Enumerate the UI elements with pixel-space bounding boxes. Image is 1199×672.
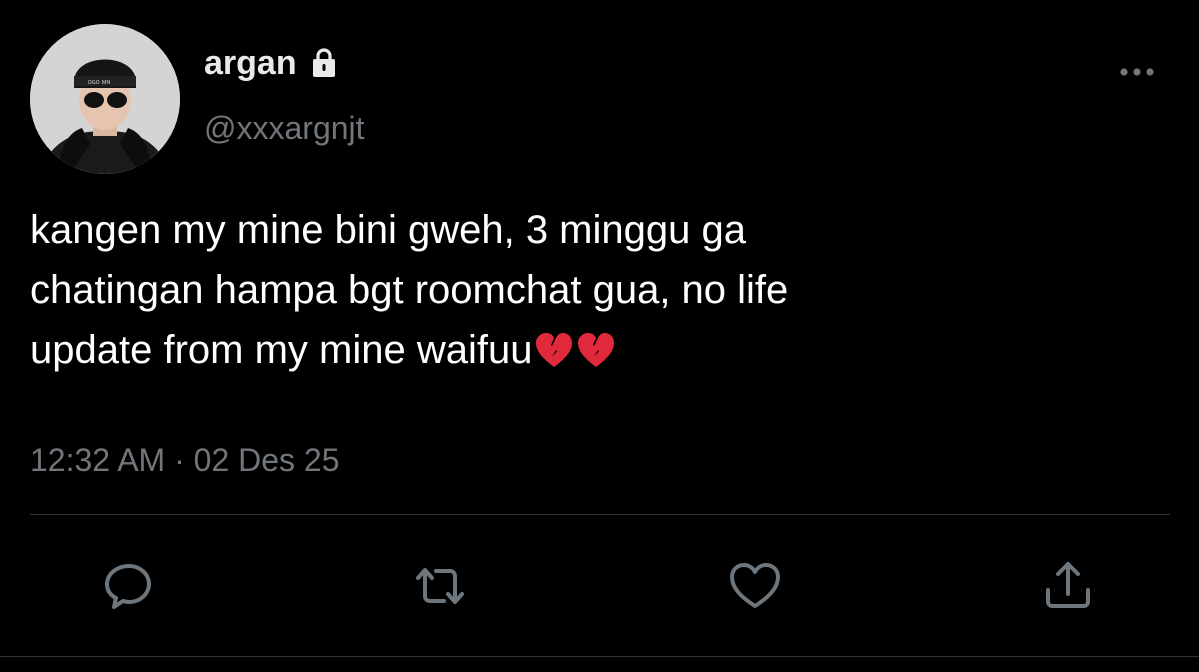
avatar[interactable]: ᴅɢᴏ ᴍɴ (30, 24, 180, 174)
tweet-text-body: kangen my mine bini gweh, 3 minggu ga ch… (30, 208, 789, 372)
more-icon (1120, 68, 1154, 76)
like-button[interactable] (727, 558, 783, 614)
broken-heart-icon (534, 328, 574, 368)
more-options-button[interactable] (1114, 58, 1162, 86)
retweet-button[interactable] (412, 558, 468, 614)
tweet-timestamp[interactable]: 12:32 AM · 02 Des 25 (30, 438, 340, 482)
bottom-divider (0, 656, 1199, 657)
tweet-text: kangen my mine bini gweh, 3 minggu ga ch… (30, 200, 1150, 380)
retweet-icon (416, 568, 464, 604)
broken-heart-icon (576, 328, 616, 368)
tweet-card: ᴅɢᴏ ᴍɴ argan @xxxargnjt kangen my mine b… (0, 0, 1199, 672)
reply-button[interactable] (100, 558, 156, 614)
share-button[interactable] (1040, 558, 1096, 614)
display-name-text: argan (204, 44, 297, 82)
share-icon (1046, 562, 1090, 608)
heart-icon (730, 563, 780, 608)
display-name[interactable]: argan (204, 41, 341, 85)
svg-text:ᴅɢᴏ ᴍɴ: ᴅɢᴏ ᴍɴ (88, 79, 110, 86)
avatar-photo: ᴅɢᴏ ᴍɴ (30, 24, 180, 174)
comment-icon (105, 564, 151, 609)
divider (30, 514, 1170, 515)
lock-icon (307, 46, 341, 80)
user-handle[interactable]: @xxxargnjt (204, 108, 365, 148)
